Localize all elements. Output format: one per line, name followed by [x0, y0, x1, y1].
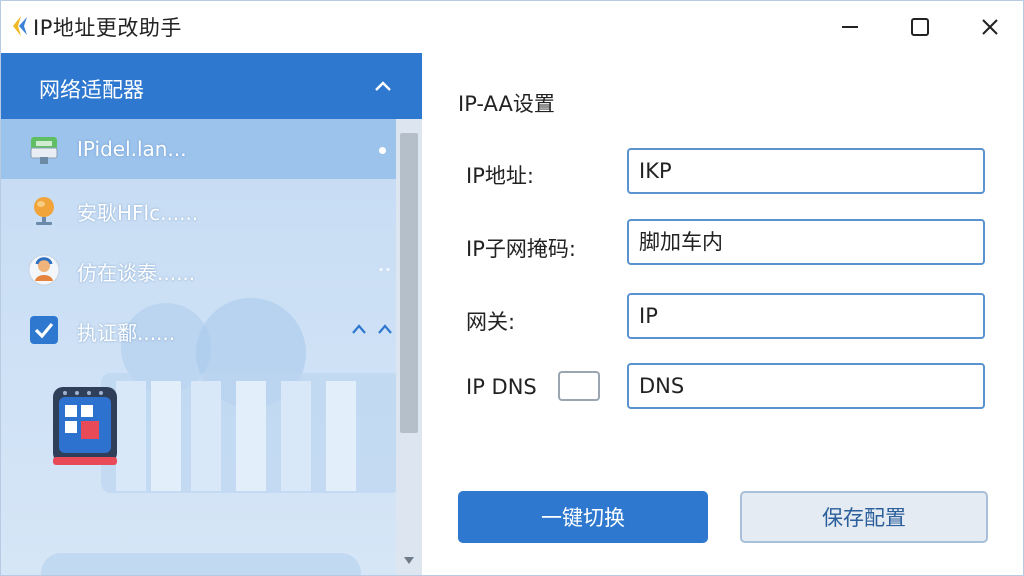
chevron-up-icon: [375, 81, 391, 91]
sidebar-item-adapter-2[interactable]: 安耿HFlc......: [1, 179, 396, 239]
adapter-group-header[interactable]: 网络适配器: [1, 53, 422, 119]
maximize-button[interactable]: [897, 9, 943, 45]
close-icon: [982, 19, 998, 35]
app-window: IP地址更改助手 网络适配器 IPidel.lan... 安耿HFlc.....…: [0, 0, 1024, 576]
sidebar-item-adapter-4[interactable]: 执证鄱......: [1, 299, 396, 359]
user-avatar-icon: [28, 254, 60, 286]
ip-address-label: IP地址:: [466, 164, 534, 188]
more-dots-icon: [379, 268, 390, 271]
chevron-up-icon: [378, 324, 392, 334]
gateway-label: 网关:: [466, 310, 516, 334]
checkbox-checked-icon: [30, 316, 58, 344]
sidebar-scrollbar[interactable]: [396, 119, 422, 575]
sidebar-item-label: 安耿HFlc......: [77, 201, 199, 225]
section-title: IP-AA设置: [458, 92, 555, 116]
decorative-illustration: [53, 373, 401, 493]
dns-label: IP DNS: [466, 375, 537, 399]
dns-input[interactable]: DNS: [627, 363, 985, 409]
gateway-input[interactable]: IP: [627, 293, 985, 339]
subnet-mask-input[interactable]: 脚加车内: [627, 219, 985, 265]
sidebar-item-label: 仿在谈泰......: [77, 261, 196, 285]
close-button[interactable]: [967, 9, 1013, 45]
minimize-button[interactable]: [827, 9, 873, 45]
title-bar[interactable]: IP地址更改助手: [1, 1, 1023, 53]
selected-dot-icon: [379, 147, 386, 154]
sidebar-item-label: 执证鄱......: [77, 321, 176, 345]
ip-address-input[interactable]: IKP: [627, 148, 985, 194]
window-title: IP地址更改助手: [33, 16, 182, 40]
globe-icon: [34, 197, 54, 225]
chevron-up-icon: [352, 324, 366, 334]
subnet-mask-label: IP子网掩码:: [466, 237, 576, 261]
sidebar-item-label: IPidel.lan...: [77, 137, 187, 161]
app-logo-icon: [13, 16, 27, 36]
sidebar-item-adapter-3[interactable]: 仿在谈泰......: [1, 239, 396, 299]
scroll-down-arrow-icon[interactable]: [403, 555, 415, 565]
sidebar-item-adapter-1[interactable]: IPidel.lan...: [1, 119, 396, 179]
adapter-group-label: 网络适配器: [39, 78, 144, 102]
dns-checkbox[interactable]: [558, 371, 600, 401]
sidebar: 网络适配器 IPidel.lan... 安耿HFlc...... 仿在谈泰...…: [1, 53, 422, 575]
scrollbar-thumb[interactable]: [400, 133, 418, 433]
one-click-switch-button[interactable]: 一键切换: [458, 491, 708, 543]
network-adapter-icon: [30, 137, 58, 164]
minimize-icon: [842, 26, 858, 28]
server-device-icon: [53, 387, 117, 465]
maximize-icon: [911, 18, 929, 36]
save-config-button[interactable]: 保存配置: [740, 491, 988, 543]
settings-panel: IP-AA设置 IP地址: IKP IP子网掩码: 脚加车内 网关: IP IP…: [422, 53, 1023, 575]
